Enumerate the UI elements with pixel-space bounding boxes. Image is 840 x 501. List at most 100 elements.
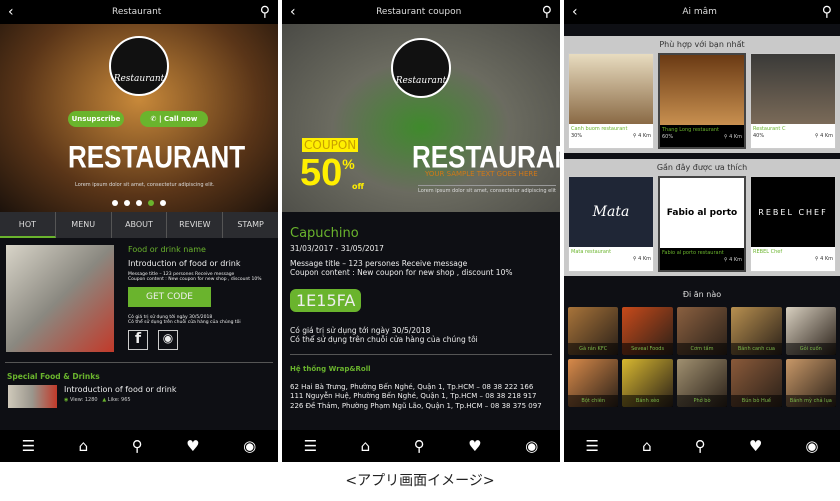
food-tile[interactable]: Bánh xèo	[622, 359, 673, 407]
search-icon[interactable]: ⚲	[542, 5, 552, 19]
message-title: Message title – 123 persones Receive mes…	[290, 259, 468, 268]
menu-icon[interactable]: ☰	[586, 437, 599, 455]
search-icon[interactable]: ⚲	[822, 5, 832, 19]
restaurant-card[interactable]: Thang Long restaurant 60% ⚲ 4 Km	[658, 53, 746, 149]
food-name: Food or drink name	[128, 245, 206, 254]
food-tile[interactable]: Bánh mỳ chả lụa	[785, 359, 836, 407]
restaurant-card[interactable]: Fabio al porto Fabio al porto restaurant ⚲…	[658, 176, 746, 272]
thumbs-up-icon: ▲	[102, 397, 107, 403]
dot[interactable]	[160, 200, 166, 206]
pin-icon: ⚲	[632, 256, 637, 262]
dot[interactable]	[112, 200, 118, 206]
tab-review[interactable]: REVIEW	[167, 212, 224, 238]
card-distance: 4 Km	[729, 134, 742, 140]
dot[interactable]	[136, 200, 142, 206]
food-tile[interactable]: Bột chiên	[568, 359, 619, 407]
tab-hot[interactable]: HOT	[0, 212, 56, 238]
sample-text: YOUR SAMPLE TEXT GOES HERE	[425, 170, 538, 178]
dot-active[interactable]	[148, 200, 154, 206]
section-title: Phù hợp với bạn nhất	[659, 40, 745, 49]
screen-restaurant: ‹ Restaurant ⚲ Restaurant Unsupscribe ✆ …	[0, 0, 278, 462]
card-match: 60%	[662, 134, 674, 140]
phone-icon: ✆ |	[150, 115, 164, 123]
restaurant-card[interactable]: Restaurant C 40% ⚲ 4 Km	[750, 53, 836, 149]
screen-discover: ‹ Ai mâm ⚲ Phù hợp với bạn nhất Canh buo…	[564, 0, 840, 462]
coupon-code[interactable]: 1E15FA	[290, 289, 362, 312]
card-name: Thang Long restaurant	[662, 127, 719, 133]
search-icon[interactable]: ⚲	[260, 5, 270, 19]
card-name: Mata restaurant	[571, 249, 612, 255]
discount-percent: 50%	[300, 152, 355, 194]
food-tile-label: Bánh canh cua	[731, 343, 782, 355]
restaurant-logo: Restaurant	[109, 36, 169, 96]
menu-icon[interactable]: ☰	[22, 437, 35, 455]
restaurant-card[interactable]: Mata Mata restaurant ⚲ 4 Km	[568, 176, 654, 272]
coupon-dates: 31/03/2017 - 31/05/2017	[290, 244, 384, 253]
tab-stamp[interactable]: STAMP	[223, 212, 278, 238]
section-title: Đi ăn nào	[682, 290, 722, 299]
coupon-name: Capuchino	[290, 226, 359, 241]
location-icon[interactable]: ⚲	[414, 437, 425, 455]
hero-banner: Restaurant Unsupscribe ✆ | Call now REST…	[0, 24, 278, 212]
heart-icon[interactable]: ♥	[186, 437, 199, 455]
featured-item: Food or drink name Introduction of food …	[0, 238, 278, 352]
camera-icon[interactable]: ◉	[805, 437, 818, 455]
food-tile-label: Gỏi cuốn	[785, 343, 836, 355]
address: 111 Nguyễn Huệ, Phường Bến Nghé, Quận 1,…	[290, 392, 537, 401]
home-icon[interactable]: ⌂	[642, 437, 652, 455]
tab-menu[interactable]: MENU	[56, 212, 112, 238]
bottom-nav: ☰ ⌂ ⚲ ♥ ◉	[282, 430, 560, 462]
coupon-details: Capuchino 31/03/2017 - 31/05/2017 Messag…	[282, 212, 560, 411]
food-tile-label: Phở bò	[676, 395, 728, 407]
location-icon[interactable]: ⚲	[695, 437, 706, 455]
card-distance: 4 Km	[729, 257, 742, 263]
food-intro: Introduction of food or drink	[128, 259, 241, 268]
food-tile-label: Bánh xèo	[622, 395, 673, 407]
camera-icon[interactable]: ◉	[243, 437, 256, 455]
facebook-icon[interactable]: f	[128, 330, 148, 350]
pin-icon: ⚲	[723, 257, 728, 263]
where-to-eat-section: Đi ăn nào Gà rán KFC Seveal Foods Cơm tấm B…	[564, 276, 840, 407]
restaurant-card[interactable]: REBEL CHEF REBEL Chef ⚲ 4 Km	[750, 176, 836, 272]
camera-icon[interactable]: ◉	[525, 437, 538, 455]
section-title: Gần đây được ưa thích	[656, 163, 748, 172]
special-intro: Introduction of food or drink	[64, 385, 177, 394]
food-tile[interactable]: Cơm tấm	[676, 307, 728, 355]
call-now-button[interactable]: ✆ | Call now	[140, 111, 208, 127]
food-tile[interactable]: Phở bò	[676, 359, 728, 407]
validity-chain: Có thể sử dụng trên chuỗi cửa hàng của c…	[128, 320, 241, 325]
dot[interactable]	[124, 200, 130, 206]
tab-about[interactable]: ABOUT	[112, 212, 168, 238]
location-icon[interactable]: ⚲	[132, 437, 143, 455]
home-icon[interactable]: ⌂	[361, 437, 371, 455]
carousel-dots[interactable]	[0, 200, 278, 206]
food-tile[interactable]: Gà rán KFC	[568, 307, 619, 355]
food-tile[interactable]: Bánh canh cua	[731, 307, 782, 355]
header: ‹ Restaurant ⚲	[0, 0, 278, 24]
food-tile[interactable]: Seveal Foods	[622, 307, 673, 355]
caption: <アプリ画面イメージ>	[345, 473, 495, 489]
food-tile[interactable]: Gỏi cuốn	[785, 307, 836, 355]
heart-icon[interactable]: ♥	[468, 437, 481, 455]
home-icon[interactable]: ⌂	[79, 437, 89, 455]
instagram-icon[interactable]: ◉	[158, 330, 178, 350]
food-tile-label: Gà rán KFC	[568, 343, 619, 355]
special-item[interactable]: Introduction of food or drink ◉ View: 12…	[0, 381, 278, 412]
recent-favorites-section: Gần đây được ưa thích Mata Mata restauran…	[564, 159, 840, 276]
coupon-content: Coupon content : New coupon for new shop…	[128, 277, 262, 282]
restaurant-card[interactable]: Canh buom restaurant 30% ⚲ 4 Km	[568, 53, 654, 149]
get-code-button[interactable]: GET CODE	[128, 287, 211, 307]
food-tile-label: Seveal Foods	[622, 343, 673, 355]
mata-logo: Mata	[569, 177, 653, 247]
bottom-nav: ☰ ⌂ ⚲ ♥ ◉	[0, 430, 278, 462]
hero-subtitle: Lorem ipsum dolor sit amet, consectetur …	[75, 182, 215, 188]
card-distance: 4 Km	[638, 256, 651, 262]
validity-chain: Có thể sử dụng trên chuỗi cửa hàng của c…	[290, 335, 478, 344]
heart-icon[interactable]: ♥	[749, 437, 762, 455]
card-distance: 4 Km	[638, 133, 651, 139]
menu-icon[interactable]: ☰	[304, 437, 317, 455]
unsubscribe-button[interactable]: Unsupscribe	[68, 111, 124, 127]
restaurant-logo: Restaurant	[391, 38, 451, 98]
food-tile[interactable]: Bún bò Huế	[731, 359, 782, 407]
page-title: Ai mâm	[682, 7, 717, 17]
